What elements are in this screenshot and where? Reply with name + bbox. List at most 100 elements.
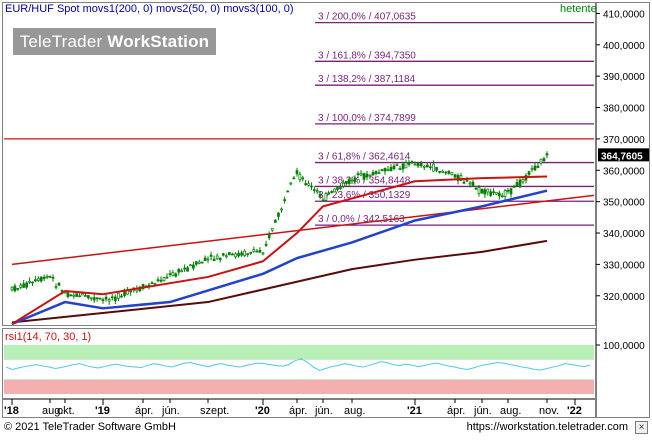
candle-body xyxy=(527,171,531,175)
fibonacci-level-label: 3 / 200,0% / 407,0635 xyxy=(318,12,416,23)
candle-body xyxy=(344,181,348,184)
candle-body xyxy=(359,172,363,176)
candle-body xyxy=(435,167,438,171)
y-tick-label: 350,0000 xyxy=(603,198,645,209)
rsi-overbought-zone xyxy=(4,345,594,359)
candle-body xyxy=(243,250,247,256)
candle-body xyxy=(368,174,372,177)
y-tick-label: 410,0000 xyxy=(603,9,645,20)
candle-body xyxy=(413,163,417,166)
candle-body xyxy=(365,173,369,178)
candle-body xyxy=(489,191,493,196)
candle-body xyxy=(521,178,525,183)
candle-body xyxy=(330,191,334,193)
candle-body xyxy=(117,292,120,299)
candle-body xyxy=(374,171,378,174)
rsi-y-tick-label: 100,0000 xyxy=(603,341,645,352)
candle-body xyxy=(312,189,316,191)
candle-body xyxy=(333,188,336,193)
candle-body xyxy=(212,258,216,262)
candle-body xyxy=(186,267,189,272)
candle-body xyxy=(240,252,243,256)
candle-body xyxy=(353,177,357,182)
candle-body xyxy=(95,297,99,300)
candle-body xyxy=(36,278,40,281)
candle-body xyxy=(339,187,342,189)
candle-body xyxy=(477,187,481,194)
candle-body xyxy=(280,208,283,211)
candle-body xyxy=(264,243,268,246)
candle-body xyxy=(533,165,537,171)
candle-body xyxy=(500,195,504,198)
x-tick-label: ápr. xyxy=(447,405,465,417)
watermark-light-text: TeleTrader xyxy=(19,32,108,51)
candle-body xyxy=(347,179,351,184)
x-tick-label: ápr. xyxy=(135,405,153,417)
candle-body xyxy=(267,234,271,239)
x-tick-label: ápr. xyxy=(289,405,307,417)
candle-body xyxy=(416,163,420,167)
candle-body xyxy=(177,269,181,273)
candle-body xyxy=(98,298,102,300)
candle-body xyxy=(42,276,46,279)
candle-body xyxy=(194,261,198,265)
candle-body xyxy=(192,264,195,269)
candle-body xyxy=(425,164,429,168)
candle-body xyxy=(509,188,513,195)
candle-body xyxy=(231,253,234,256)
candle-body xyxy=(545,153,549,156)
candle-body xyxy=(48,276,52,278)
chart-canvas[interactable]: 3 / 200,0% / 407,0635 3 / 161,8% / 394,73… xyxy=(0,0,652,437)
rsi-oversold-zone xyxy=(4,380,594,394)
x-tick-label: '19 xyxy=(95,405,110,417)
candle-body xyxy=(429,166,432,169)
candle-body xyxy=(218,257,222,261)
candle-body xyxy=(301,177,305,180)
chart-window[interactable]: 3 / 200,0% / 407,0635 3 / 161,8% / 394,73… xyxy=(0,0,652,437)
chart-title[interactable]: EUR/HUF Spot movs1(200, 0) movs2(50, 0) … xyxy=(5,3,294,15)
x-tick-label: '18 xyxy=(4,405,19,417)
candle-body xyxy=(327,192,331,195)
x-tick-label: jún. xyxy=(314,405,333,417)
candle-body xyxy=(495,192,498,195)
candle-body xyxy=(277,212,280,217)
candle-body xyxy=(34,279,37,282)
y-tick-label: 380,0000 xyxy=(603,104,645,115)
candle-body xyxy=(180,270,184,273)
candle-body xyxy=(51,276,55,279)
x-tick-label: okt. xyxy=(57,405,75,417)
candle-body xyxy=(304,183,308,186)
candle-body xyxy=(54,286,58,288)
candle-body xyxy=(419,163,423,167)
candle-body xyxy=(224,255,228,258)
y-tick-label: 370,0000 xyxy=(603,135,645,146)
candle-body xyxy=(129,290,133,293)
candle-body xyxy=(462,181,466,184)
candle-body xyxy=(197,261,201,264)
candle-body xyxy=(474,187,478,190)
candle-body xyxy=(480,188,484,194)
candle-body xyxy=(542,158,546,162)
candle-body xyxy=(258,249,262,253)
y-tick-label: 340,0000 xyxy=(603,229,645,240)
candle-body xyxy=(362,173,366,180)
copyright-text: © 2021 TeleTrader Software GmbH xyxy=(4,421,176,433)
candle-body xyxy=(66,292,70,297)
candle-body xyxy=(530,168,534,170)
candle-body xyxy=(441,170,445,173)
candle-body xyxy=(206,258,210,261)
candle-body xyxy=(162,277,166,282)
y-tick-label: 400,0000 xyxy=(603,41,645,52)
y-tick-label: 390,0000 xyxy=(603,72,645,83)
candle-body xyxy=(270,227,274,231)
fibonacci-level-label: 3 / 138,2% / 387,1184 xyxy=(318,74,416,85)
candle-body xyxy=(356,173,360,176)
candle-body xyxy=(450,172,454,175)
close-icon[interactable]: × xyxy=(635,421,648,434)
period-label[interactable]: hetente xyxy=(560,3,597,15)
candle-body xyxy=(307,183,310,186)
x-tick-label: '20 xyxy=(255,405,270,417)
website-link[interactable]: https://workstation.teletrader.com xyxy=(467,421,628,433)
candle-body xyxy=(410,161,414,163)
rsi-title[interactable]: rsi1(14, 70, 30, 1) xyxy=(5,331,91,343)
